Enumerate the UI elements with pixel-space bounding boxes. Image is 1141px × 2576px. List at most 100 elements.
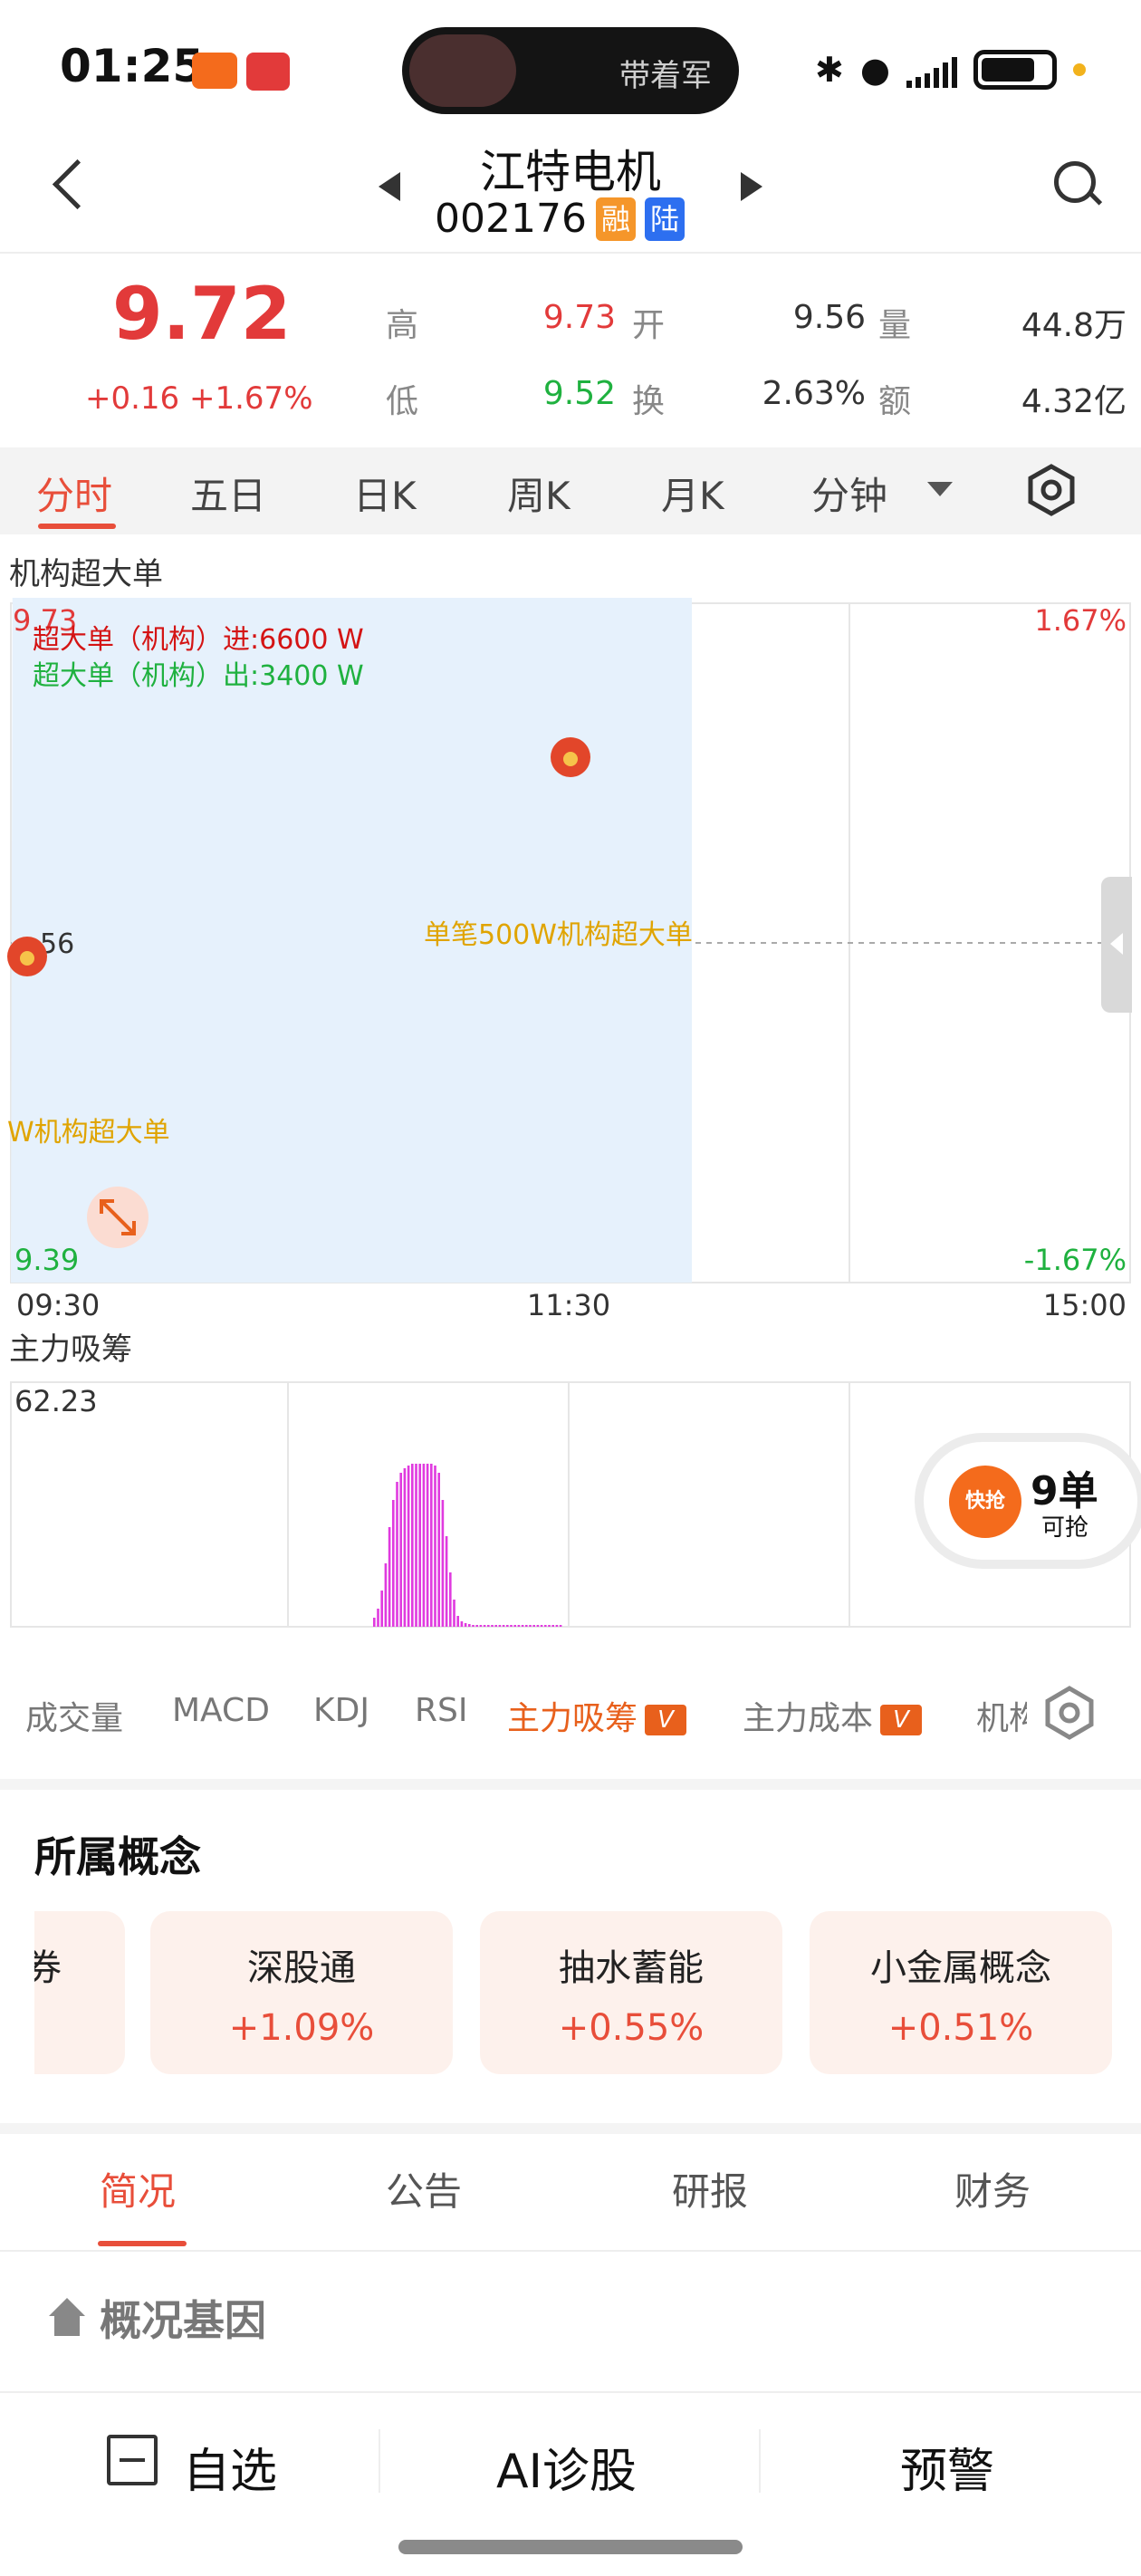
high-label: 高 <box>386 307 419 344</box>
accumulation-bar <box>437 1473 440 1627</box>
concept-card[interactable]: 小金属概念 +0.51% <box>810 1911 1112 2074</box>
ind-main-cost[interactable]: 主力成本 V <box>743 1692 923 1739</box>
volume-label: 量 <box>878 307 912 344</box>
amount-value: 4.32亿 <box>1021 383 1127 420</box>
accumulation-bar <box>517 1625 521 1627</box>
accumulation-bar <box>544 1625 547 1627</box>
accumulation-bar <box>380 1591 383 1627</box>
divider <box>759 2429 761 2493</box>
app-notification-icon-2 <box>246 53 290 91</box>
chart-period-tabs: 分时 五日 日K 周K 月K 分钟 <box>0 447 1141 534</box>
ind-volume[interactable]: 成交量 <box>25 1692 123 1739</box>
grab-orders-badge[interactable]: 快抢 9单 可抢 <box>924 1442 1137 1560</box>
tab-weekly-k[interactable]: 周K <box>507 466 570 521</box>
ind-rsi[interactable]: RSI <box>415 1692 467 1729</box>
stock-header: 江特电机 002176 融 陆 <box>0 136 1141 254</box>
turnover-value: 2.63% <box>762 375 866 412</box>
settings-icon[interactable] <box>1025 464 1078 516</box>
back-icon[interactable] <box>40 154 94 217</box>
money-bag-icon-2[interactable] <box>7 937 47 976</box>
concept-name: 抽水蓄能 <box>559 1947 704 1989</box>
tab-minute[interactable]: 分钟 <box>811 466 887 521</box>
accumulation-bar <box>475 1625 478 1627</box>
concepts-title: 所属概念 <box>34 1832 201 1881</box>
ind-macd[interactable]: MACD <box>172 1692 270 1729</box>
accumulation-bar <box>506 1625 509 1627</box>
legend-outflow: 超大单（机构）出:3400 W <box>33 660 364 692</box>
accumulation-bar <box>377 1609 379 1627</box>
accumulation-bar <box>430 1464 433 1627</box>
concept-name: 小金属概念 <box>870 1947 1051 1989</box>
home-icon <box>47 2298 87 2338</box>
intraday-chart[interactable]: 9.73 9.39 1.67% -1.67% 56 超大单（机构）进:6600 … <box>0 598 1141 1322</box>
status-icons: ✱ ● <box>815 47 1087 92</box>
vip-badge-icon-2: V <box>880 1705 923 1735</box>
bottom-action-bar: 自选 AI诊股 预警 <box>0 2391 1141 2527</box>
concept-pct: % <box>34 2007 125 2049</box>
accumulation-bar <box>525 1625 528 1627</box>
add-watchlist-button[interactable]: 自选 <box>183 2433 277 2501</box>
accumulation-bar <box>456 1616 459 1627</box>
next-stock-icon[interactable] <box>741 172 762 201</box>
expand-icon[interactable] <box>87 1187 149 1248</box>
concept-card[interactable]: 抽水蓄能 +0.55% <box>480 1911 782 2074</box>
search-icon[interactable] <box>1050 158 1105 212</box>
tab-active-indicator <box>98 2241 187 2246</box>
mid-annotation: 单笔500W机构超大单 <box>424 919 693 951</box>
concept-pct: +0.55% <box>558 2007 705 2049</box>
concept-card-partial[interactable]: 券 % <box>34 1911 125 2074</box>
tab-financials[interactable]: 财务 <box>954 2161 1031 2216</box>
accumulation-bar <box>548 1625 551 1627</box>
accumulation-bar <box>411 1464 414 1627</box>
watchlist-icon[interactable] <box>107 2435 158 2485</box>
stock-name: 江特电机 <box>480 146 661 198</box>
tab-monthly-k[interactable]: 月K <box>661 466 724 521</box>
open-value: 9.56 <box>792 299 866 336</box>
chevron-down-icon[interactable] <box>927 482 953 496</box>
tab-announcements[interactable]: 公告 <box>386 2161 462 2216</box>
tab-daily-k[interactable]: 日K <box>353 466 417 521</box>
bluetooth-icon: ✱ <box>815 50 844 90</box>
ind-kdj[interactable]: KDJ <box>313 1692 369 1729</box>
tab-five-day[interactable]: 五日 <box>190 466 266 521</box>
tab-research[interactable]: 研报 <box>672 2161 748 2216</box>
side-panel-handle[interactable] <box>1101 877 1132 1013</box>
ind-main-cost-label: 主力成本 <box>743 1700 874 1737</box>
ai-diagnose-button[interactable]: AI诊股 <box>496 2433 637 2501</box>
tab-intraday[interactable]: 分时 <box>36 466 112 521</box>
accumulation-bar <box>559 1625 562 1627</box>
ind-accumulation[interactable]: 主力吸筹 V <box>507 1692 687 1739</box>
left-annotation: W机构超大单 <box>7 1117 170 1149</box>
turnover-label: 换 <box>632 383 666 420</box>
pct-min-label: -1.67% <box>1024 1243 1127 1277</box>
accumulation-bar <box>529 1625 532 1627</box>
amount-label: 额 <box>878 383 912 420</box>
accumulation-bar <box>494 1625 497 1627</box>
chart1-title: 机构超大单 <box>9 556 163 592</box>
accumulation-bar <box>449 1572 452 1627</box>
tab-overview[interactable]: 简况 <box>100 2161 176 2216</box>
current-price: 9.72 <box>112 272 292 356</box>
dynamic-island-media[interactable]: 带着军 <box>402 27 739 114</box>
accumulation-bar <box>479 1625 483 1627</box>
grab-logo: 快抢 <box>949 1466 1021 1538</box>
y-min-label: 9.39 <box>14 1243 79 1277</box>
alert-button[interactable]: 预警 <box>900 2433 994 2501</box>
concept-card[interactable]: 深股通 +1.09% <box>150 1911 453 2074</box>
accumulation-bar <box>388 1527 391 1627</box>
accumulation-bar <box>441 1500 445 1627</box>
accumulation-bar <box>483 1625 486 1627</box>
open-label: 开 <box>632 307 666 344</box>
money-bag-icon[interactable] <box>551 737 590 777</box>
signal-icon <box>906 52 958 88</box>
accumulation-bar <box>415 1464 417 1627</box>
divider <box>0 2250 1141 2252</box>
grab-sub: 可抢 <box>1041 1514 1089 1542</box>
accumulation-bar <box>532 1625 535 1627</box>
margin-tag: 融 <box>595 197 636 241</box>
indicator-settings-icon[interactable] <box>1041 1685 1098 1741</box>
x-label-close: 15:00 <box>1043 1288 1127 1322</box>
x-label-noon: 11:30 <box>527 1288 610 1322</box>
home-indicator[interactable] <box>398 2540 743 2554</box>
ind-institution[interactable]: 机构 <box>976 1692 1027 1739</box>
